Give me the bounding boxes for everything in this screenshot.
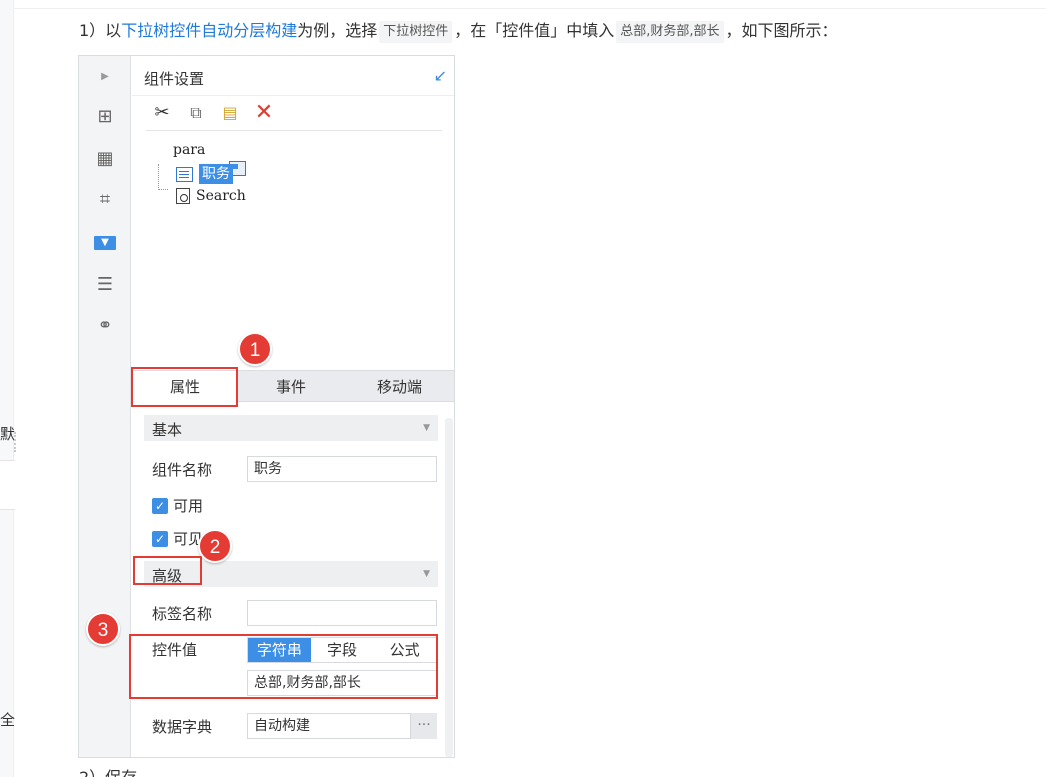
chevron-down-icon: ▼ — [423, 423, 430, 433]
enabled-checkbox[interactable]: ✓ 可用 — [152, 495, 203, 516]
toolbar-divider — [146, 130, 442, 131]
inline-code: 下拉树控件 — [379, 21, 453, 43]
resize-grip-icon[interactable] — [14, 432, 18, 452]
collapse-icon[interactable]: ↙ — [434, 66, 447, 85]
panel-title: 组件设置 — [144, 70, 205, 88]
info-icon[interactable]: ▦ — [94, 148, 116, 170]
data-dictionary-label: 数据字典 — [152, 718, 213, 736]
tree-node-label: para — [173, 142, 206, 158]
data-dictionary-field[interactable]: 自动构建 — [247, 713, 437, 739]
document-page: 默 全 1）以下拉树控件自动分层构建为例，选择 下拉树控件 ，在「控件值」中填入 总部… — [0, 0, 1046, 777]
left-gutter — [0, 0, 14, 777]
annotation-box-advanced — [133, 556, 202, 585]
annotation-box-widget-value — [129, 634, 438, 699]
tree-node-search[interactable]: Search — [176, 188, 246, 204]
instruction-paragraph: 1）以下拉树控件自动分层构建为例，选择 下拉树控件 ，在「控件值」中填入 总部,财务部… — [79, 18, 838, 44]
tag-name-label: 标签名称 — [152, 605, 213, 623]
checkbox-label: 可用 — [173, 497, 204, 515]
next-paragraph-cut: 2）保存…… — [79, 768, 169, 777]
play-icon[interactable]: ▶ — [94, 66, 116, 88]
dropdown-icon[interactable]: ▼ — [94, 236, 116, 250]
tree-guide-line — [158, 164, 168, 190]
layout-icon[interactable]: ⊞ — [94, 106, 116, 128]
tree-node-para[interactable]: para — [150, 142, 246, 176]
tree-node-selected[interactable]: 职务 — [176, 164, 233, 184]
side-toolbar: ▶ ⊞ ▦ ⌗ ▼ ☰ ⚭ — [79, 56, 131, 757]
checkmark-icon: ✓ — [152, 497, 168, 514]
chevron-down-icon: ▼ — [423, 569, 430, 579]
checkmark-icon: ✓ — [152, 530, 168, 547]
instruction-prefix: 1）以 — [79, 21, 122, 40]
tree-node-label: Search — [196, 188, 246, 204]
doc-link[interactable]: 下拉树控件自动分层构建 — [121, 21, 297, 40]
copy-icon[interactable]: ⧉ — [184, 102, 208, 124]
instruction-text: 为例，选择 — [297, 21, 378, 40]
step-badge-3: 3 — [86, 612, 120, 646]
tab-events[interactable]: 事件 — [238, 371, 344, 403]
gutter-text-fragment: 默 — [0, 425, 16, 443]
gutter-panel — [0, 460, 15, 510]
inline-code: 总部,财务部,部长 — [616, 21, 724, 43]
tree-combo-icon — [176, 166, 193, 182]
link-icon[interactable]: ⚭ — [94, 315, 116, 337]
section-label: 基本 — [152, 421, 183, 439]
paste-icon[interactable]: ▤ — [218, 102, 242, 124]
tab-mobile[interactable]: 移动端 — [344, 371, 454, 403]
list-icon[interactable]: ☰ — [94, 274, 116, 296]
step-badge-1: 1 — [238, 332, 272, 366]
top-divider — [14, 8, 1046, 9]
search-button-icon — [176, 188, 190, 204]
data-dictionary-more-button[interactable]: ··· — [410, 713, 437, 739]
tag-name-field[interactable] — [247, 600, 437, 626]
section-basic[interactable]: 基本 ▼ — [144, 415, 438, 441]
edit-toolbar: ✂ ⧉ ▤ ✕ — [150, 100, 276, 126]
cut-icon[interactable]: ✂ — [150, 102, 174, 124]
visible-checkbox[interactable]: ✓ 可见 — [152, 528, 203, 549]
instruction-text: ，在「控件值」中填入 — [454, 21, 615, 40]
instruction-suffix: ，如下图所示： — [725, 21, 838, 40]
delete-icon[interactable]: ✕ — [252, 102, 276, 124]
step-badge-2: 2 — [198, 529, 232, 563]
frame-icon[interactable]: ⌗ — [94, 189, 116, 211]
tree-node-label: 职务 — [199, 164, 233, 184]
gutter-text-fragment: 全 — [0, 711, 16, 729]
component-name-field[interactable]: 职务 — [247, 456, 437, 482]
annotation-box-properties-tab — [131, 367, 238, 407]
settings-title-bar: 组件设置 ↙ — [132, 56, 454, 96]
component-name-label: 组件名称 — [152, 461, 213, 479]
scrollbar[interactable] — [445, 418, 453, 757]
